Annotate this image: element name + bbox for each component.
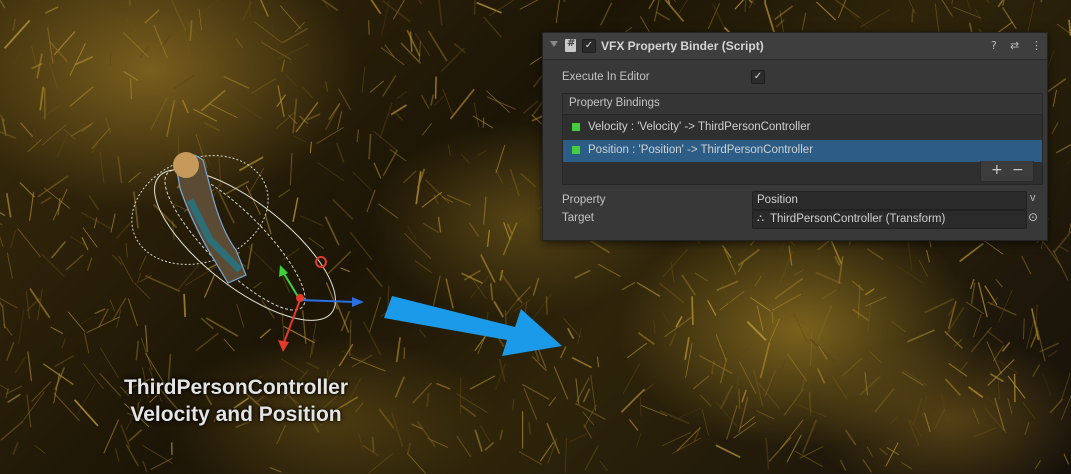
binding-label: Velocity : 'Velocity' -> ThirdPersonCont… bbox=[588, 121, 811, 133]
property-label: Property bbox=[562, 194, 606, 206]
object-picker-icon[interactable]: ⊙ bbox=[1028, 210, 1038, 224]
execute-in-editor-label: Execute In Editor bbox=[562, 71, 650, 83]
add-binding-button[interactable]: + bbox=[991, 162, 1003, 178]
list-add-remove-bar: + − bbox=[980, 161, 1034, 182]
binding-status-icon bbox=[572, 123, 580, 131]
property-bindings-header: Property Bindings bbox=[563, 94, 1042, 115]
property-field[interactable]: Position bbox=[752, 191, 1027, 210]
target-object-field[interactable]: ⛬ ThirdPersonController (Transform) bbox=[752, 210, 1027, 229]
component-title: VFX Property Binder (Script) bbox=[601, 39, 764, 53]
foldout-arrow-icon[interactable] bbox=[550, 41, 558, 47]
vfx-property-binder-inspector: ✓ VFX Property Binder (Script) ? ⇄ ⋮ Exe… bbox=[542, 32, 1048, 241]
remove-binding-button[interactable]: − bbox=[1012, 162, 1024, 178]
caption-line-2: Velocity and Position bbox=[130, 403, 342, 426]
component-header[interactable]: ✓ VFX Property Binder (Script) ? ⇄ ⋮ bbox=[543, 33, 1047, 60]
binding-status-icon bbox=[572, 146, 580, 154]
scene-viewport: ThirdPersonController Velocity and Posit… bbox=[0, 0, 1071, 474]
property-dropdown-icon[interactable]: v bbox=[1030, 192, 1036, 204]
property-bindings-list: Property Bindings Velocity : 'Velocity' … bbox=[562, 93, 1043, 185]
transform-icon: ⛬ bbox=[757, 213, 764, 224]
binding-item-position[interactable]: Position : 'Position' -> ThirdPersonCont… bbox=[563, 140, 1042, 162]
property-bindings-title: Property Bindings bbox=[569, 97, 660, 109]
preset-icon[interactable]: ⇄ bbox=[1010, 39, 1019, 52]
help-icon[interactable]: ? bbox=[991, 39, 997, 52]
execute-in-editor-checkbox[interactable]: ✓ bbox=[751, 70, 765, 84]
script-icon bbox=[565, 38, 576, 52]
binding-item-velocity[interactable]: Velocity : 'Velocity' -> ThirdPersonCont… bbox=[563, 117, 1042, 139]
more-menu-icon[interactable]: ⋮ bbox=[1031, 39, 1042, 52]
caption-line-1: ThirdPersonController bbox=[123, 376, 349, 399]
target-value: ThirdPersonController (Transform) bbox=[770, 213, 946, 225]
property-value: Position bbox=[757, 194, 798, 206]
component-enabled-checkbox[interactable]: ✓ bbox=[582, 39, 596, 53]
target-label: Target bbox=[562, 212, 594, 224]
binding-label: Position : 'Position' -> ThirdPersonCont… bbox=[588, 144, 814, 156]
scene-caption: ThirdPersonController Velocity and Posit… bbox=[96, 374, 376, 428]
